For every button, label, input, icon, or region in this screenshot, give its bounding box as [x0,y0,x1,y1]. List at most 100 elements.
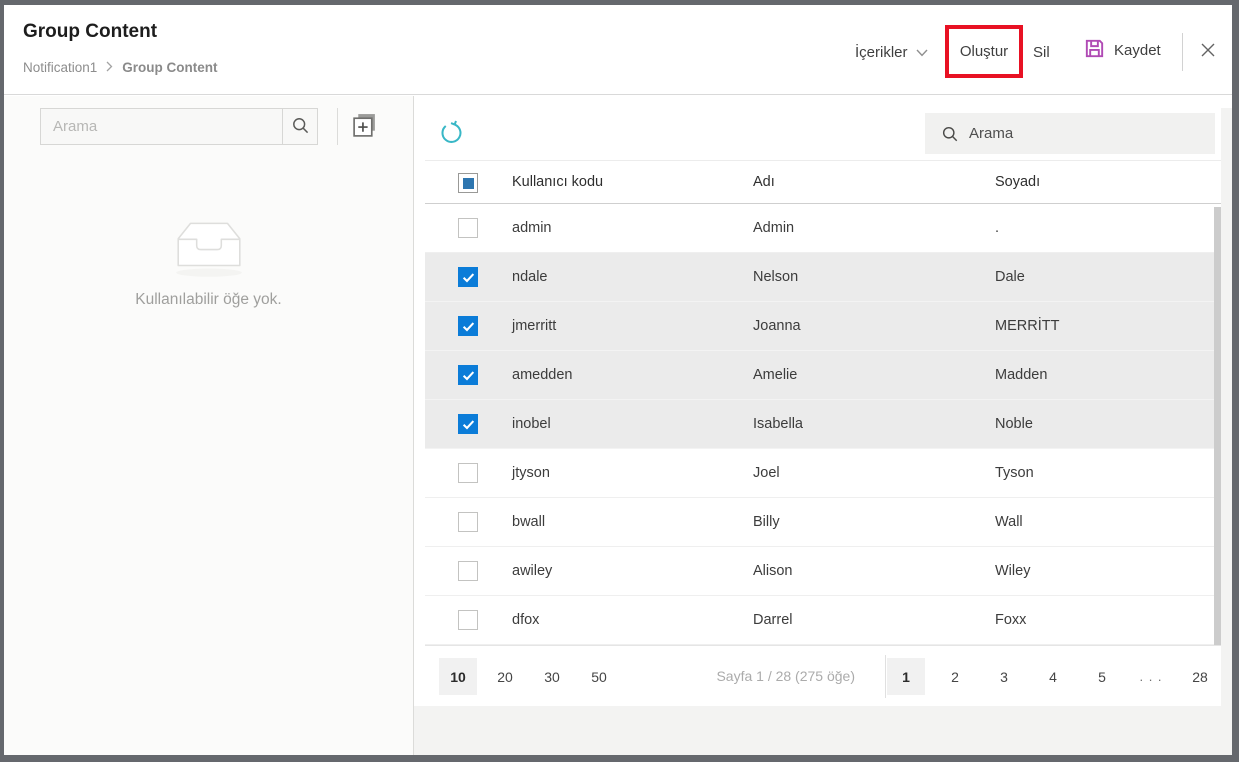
cell-last-name: Wiley [995,547,1030,595]
page-number[interactable]: 5 [1083,658,1121,695]
delete-label: Sil [1033,44,1050,61]
right-gutter [1221,108,1232,706]
cell-first-name: Billy [753,498,780,546]
refresh-button[interactable] [433,116,469,152]
select-all-checkbox[interactable] [458,173,478,193]
page-size-option[interactable]: 30 [533,658,571,695]
list-search-box [925,113,1215,154]
page-number[interactable]: 2 [936,658,974,695]
save-floppy-icon [1083,37,1106,64]
page-size-option[interactable]: 50 [580,658,618,695]
breadcrumb: Notification1 Group Content [23,60,218,75]
cell-first-name: Isabella [753,400,803,448]
table-row[interactable]: inobel Isabella Noble [425,400,1221,449]
row-checkbox[interactable] [458,512,478,532]
add-panel-button[interactable] [349,111,379,141]
vertical-scrollbar[interactable] [1214,207,1221,645]
cell-last-name: Noble [995,400,1033,448]
save-button[interactable]: Kaydet [1083,36,1161,64]
page-size-option[interactable]: 10 [439,658,477,695]
contents-label: İçerikler [855,44,908,61]
cell-user-code: awiley [512,547,552,595]
cell-first-name: Alison [753,547,793,595]
row-checkbox[interactable] [458,316,478,336]
bottom-spacer [414,706,1232,755]
header-bar: Group Content Notification1 Group Conten… [4,5,1232,95]
table-row[interactable]: admin Admin . [425,204,1221,253]
column-header-last-name[interactable]: Soyadı [995,161,1040,204]
close-button[interactable] [1193,38,1223,66]
table-row[interactable]: bwall Billy Wall [425,498,1221,547]
cell-user-code: amedden [512,351,572,399]
pagination-divider [885,655,886,698]
create-button[interactable]: Oluştur [945,25,1023,78]
empty-state: Kullanılabilir öğe yok. [4,216,413,309]
page-number[interactable]: 3 [985,658,1023,695]
delete-button[interactable]: Sil [1033,38,1050,66]
breadcrumb-parent[interactable]: Notification1 [23,60,97,75]
table-row[interactable]: ndale Nelson Dale [425,253,1221,302]
column-header-first-name[interactable]: Adı [753,161,775,204]
page-number[interactable]: 4 [1034,658,1072,695]
cell-first-name: Darrel [753,596,792,644]
left-search-input[interactable] [41,109,282,144]
cell-user-code: dfox [512,596,539,644]
row-checkbox[interactable] [458,218,478,238]
pagination-status: Sayfa 1 / 28 (275 öğe) [716,646,855,707]
cell-user-code: admin [512,204,552,252]
table-body: admin Admin . ndale Nelson Dale jmerritt… [425,204,1221,645]
page-size-group: 10 20 30 50 [439,658,618,695]
refresh-icon [438,134,465,149]
cell-user-code: inobel [512,400,551,448]
left-search-box [40,108,318,145]
breadcrumb-separator-icon [106,60,113,75]
table-header: Kullanıcı kodu Adı Soyadı [425,160,1221,204]
search-icon [941,125,959,143]
save-label: Kaydet [1114,42,1161,59]
cell-first-name: Joel [753,449,780,497]
cell-last-name: . [995,204,999,252]
page-number-group: 1 2 3 4 5 . . . 28 [887,658,1219,695]
left-toolbar-divider [337,108,338,145]
table-row[interactable]: amedden Amelie Madden [425,351,1221,400]
row-checkbox[interactable] [458,463,478,483]
page-number[interactable]: 28 [1181,658,1219,695]
cell-first-name: Amelie [753,351,797,399]
add-panel-icon [351,127,378,142]
table-row[interactable]: dfox Darrel Foxx [425,596,1221,645]
cell-first-name: Nelson [753,253,798,301]
row-checkbox[interactable] [458,414,478,434]
cell-first-name: Joanna [753,302,801,350]
pagination-bar: 10 20 30 50 Sayfa 1 / 28 (275 öğe) 1 2 3… [425,645,1221,706]
row-checkbox[interactable] [458,610,478,630]
column-header-user-code[interactable]: Kullanıcı kodu [512,161,603,204]
cell-first-name: Admin [753,204,794,252]
toolbar-divider [1182,33,1183,71]
cell-user-code: jmerritt [512,302,556,350]
row-checkbox[interactable] [458,365,478,385]
table-row[interactable]: jtyson Joel Tyson [425,449,1221,498]
search-icon [291,116,310,138]
left-search-button[interactable] [282,109,317,144]
create-label: Oluştur [960,43,1008,60]
row-checkbox[interactable] [458,561,478,581]
cell-last-name: MERRİTT [995,302,1059,350]
table-row[interactable]: jmerritt Joanna MERRİTT [425,302,1221,351]
row-checkbox[interactable] [458,267,478,287]
app-window: Group Content Notification1 Group Conten… [4,5,1232,755]
chevron-down-icon [916,44,928,61]
breadcrumb-current: Group Content [122,60,217,75]
table-row[interactable]: awiley Alison Wiley [425,547,1221,596]
list-search-input[interactable] [959,125,1215,142]
empty-tray-icon [170,265,248,282]
user-list-card: Kullanıcı kodu Adı Soyadı admin Admin . … [425,108,1221,706]
content-region: Kullanıcı kodu Adı Soyadı admin Admin . … [414,96,1232,755]
assigned-items-panel: Kullanılabilir öğe yok. [4,96,414,755]
page-ellipsis: . . . [1132,658,1170,695]
cell-last-name: Madden [995,351,1047,399]
cell-user-code: jtyson [512,449,550,497]
indeterminate-mark [463,178,474,189]
contents-dropdown-button[interactable]: İçerikler [855,38,928,66]
page-number[interactable]: 1 [887,658,925,695]
page-size-option[interactable]: 20 [486,658,524,695]
